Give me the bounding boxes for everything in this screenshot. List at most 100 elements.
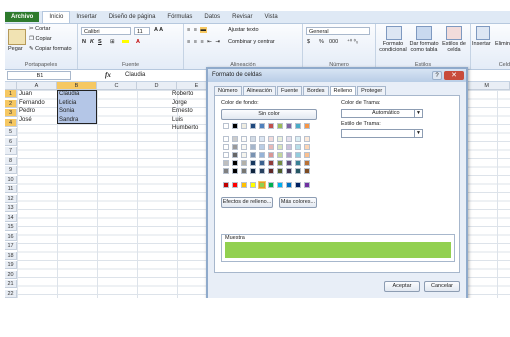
italic-button[interactable]: K: [90, 39, 94, 45]
color-swatch[interactable]: [304, 136, 310, 142]
color-swatch[interactable]: [259, 144, 265, 150]
font-size-select[interactable]: 11: [134, 27, 150, 35]
tab-view[interactable]: Vista: [258, 12, 283, 22]
color-swatch[interactable]: [232, 168, 238, 174]
color-swatch[interactable]: [241, 144, 247, 150]
row-header-14[interactable]: 14: [5, 213, 17, 222]
cell-b4[interactable]: Sandra: [58, 116, 78, 124]
color-swatch[interactable]: [250, 152, 256, 158]
paste-button[interactable]: Pegar: [8, 46, 23, 52]
standard-color-swatch[interactable]: [304, 182, 310, 188]
insert-cells-button[interactable]: Insertar: [472, 41, 491, 47]
row-header-6[interactable]: 6: [5, 137, 17, 146]
cell-e3[interactable]: Ernesto: [171, 107, 193, 115]
align-top-buttons[interactable]: ≡ ≡ ▬: [187, 27, 207, 33]
color-swatch[interactable]: [277, 136, 283, 142]
formula-input[interactable]: Claudia: [125, 72, 145, 78]
color-swatch[interactable]: [277, 144, 283, 150]
tab-data[interactable]: Datos: [198, 12, 226, 22]
column-header-c[interactable]: C: [97, 82, 137, 90]
color-swatch[interactable]: [259, 152, 265, 158]
row-header-15[interactable]: 15: [5, 223, 17, 231]
font-name-select[interactable]: Calibri: [81, 27, 131, 35]
cell-a1[interactable]: Juan: [18, 90, 32, 98]
pattern-color-select[interactable]: Automático ▼: [341, 109, 423, 118]
color-swatch[interactable]: [277, 168, 283, 174]
standard-color-swatch[interactable]: [232, 182, 238, 188]
color-swatch[interactable]: [223, 160, 229, 166]
color-swatch[interactable]: [268, 160, 274, 166]
cell-b3[interactable]: Sonia: [58, 107, 74, 115]
row-header-11[interactable]: 11: [5, 185, 17, 193]
color-swatch[interactable]: [268, 144, 274, 150]
tab-page-layout[interactable]: Diseño de página: [103, 12, 162, 22]
color-swatch[interactable]: [277, 123, 283, 129]
color-swatch[interactable]: [295, 168, 301, 174]
accept-button[interactable]: Aceptar: [384, 281, 420, 292]
tab-number[interactable]: Número: [214, 86, 242, 95]
bold-button[interactable]: N: [82, 39, 86, 45]
color-swatch[interactable]: [232, 144, 238, 150]
row-header-13[interactable]: 13: [5, 204, 17, 212]
column-header-d[interactable]: D: [137, 82, 177, 90]
delete-cells-button[interactable]: Elimin: [495, 41, 510, 47]
color-swatch[interactable]: [259, 123, 265, 129]
row-header-19[interactable]: 19: [5, 261, 17, 269]
row-header-5[interactable]: 5: [5, 128, 17, 136]
cell-styles-button[interactable]: Estilos de celda: [440, 41, 468, 53]
standard-color-swatch[interactable]: [277, 182, 283, 188]
color-swatch[interactable]: [268, 123, 274, 129]
color-swatch[interactable]: [250, 136, 256, 142]
tab-font[interactable]: Fuente: [276, 86, 303, 95]
align-left-buttons[interactable]: ≡ ≡ ≡ ⇤ ⇥: [187, 39, 221, 45]
format-table-button[interactable]: Dar formato como tabla: [409, 41, 439, 53]
format-painter-button[interactable]: ✎ Copiar formato: [29, 46, 72, 52]
color-swatch[interactable]: [295, 160, 301, 166]
tab-formulas[interactable]: Fórmulas: [161, 12, 198, 22]
color-swatch[interactable]: [223, 152, 229, 158]
cond-format-button[interactable]: Formato condicional: [378, 41, 408, 53]
row-header-7[interactable]: 7: [5, 147, 17, 155]
currency-button[interactable]: $: [307, 39, 310, 45]
color-swatch[interactable]: [268, 152, 274, 158]
standard-color-swatch[interactable]: [295, 182, 301, 188]
color-swatch[interactable]: [304, 168, 310, 174]
color-swatch[interactable]: [250, 123, 256, 129]
standard-color-swatch[interactable]: [241, 182, 247, 188]
standard-color-swatch[interactable]: [250, 182, 256, 188]
help-icon[interactable]: ?: [432, 71, 442, 80]
grow-font-button[interactable]: A A: [154, 27, 163, 33]
decimals-buttons[interactable]: ⁺⁰ ⁰₀: [347, 39, 358, 45]
color-swatch[interactable]: [277, 152, 283, 158]
color-swatch[interactable]: [241, 123, 247, 129]
color-swatch[interactable]: [259, 160, 265, 166]
color-swatch[interactable]: [304, 160, 310, 166]
font-color-button[interactable]: A: [136, 39, 140, 45]
column-header-b[interactable]: B: [57, 82, 97, 90]
color-swatch[interactable]: [223, 168, 229, 174]
pattern-style-select[interactable]: ▼: [341, 129, 423, 138]
row-header-21[interactable]: 21: [5, 280, 17, 288]
name-box[interactable]: B1: [7, 71, 71, 80]
fill-color-button[interactable]: [122, 39, 129, 45]
row-header-3[interactable]: 3: [5, 109, 17, 117]
color-swatch[interactable]: [232, 136, 238, 142]
borders-button[interactable]: ⊞: [110, 39, 115, 45]
close-icon[interactable]: ✕: [444, 71, 464, 80]
cell-e4[interactable]: Luis: [171, 116, 183, 124]
row-header-10[interactable]: 10: [5, 175, 17, 184]
tab-alignment[interactable]: Alineación: [242, 86, 276, 95]
color-swatch[interactable]: [259, 136, 265, 142]
color-swatch[interactable]: [286, 144, 292, 150]
color-swatch[interactable]: [286, 123, 292, 129]
row-header-17[interactable]: 17: [5, 242, 17, 250]
row-header-16[interactable]: 16: [5, 232, 17, 241]
cell-b1[interactable]: Claudia: [58, 90, 79, 98]
color-swatch[interactable]: [304, 123, 310, 129]
color-swatch[interactable]: [304, 152, 310, 158]
color-swatch[interactable]: [241, 136, 247, 142]
color-swatch[interactable]: [259, 168, 265, 174]
copy-button[interactable]: ❐ Copiar: [29, 36, 52, 42]
color-swatch[interactable]: [241, 168, 247, 174]
color-swatch[interactable]: [223, 144, 229, 150]
